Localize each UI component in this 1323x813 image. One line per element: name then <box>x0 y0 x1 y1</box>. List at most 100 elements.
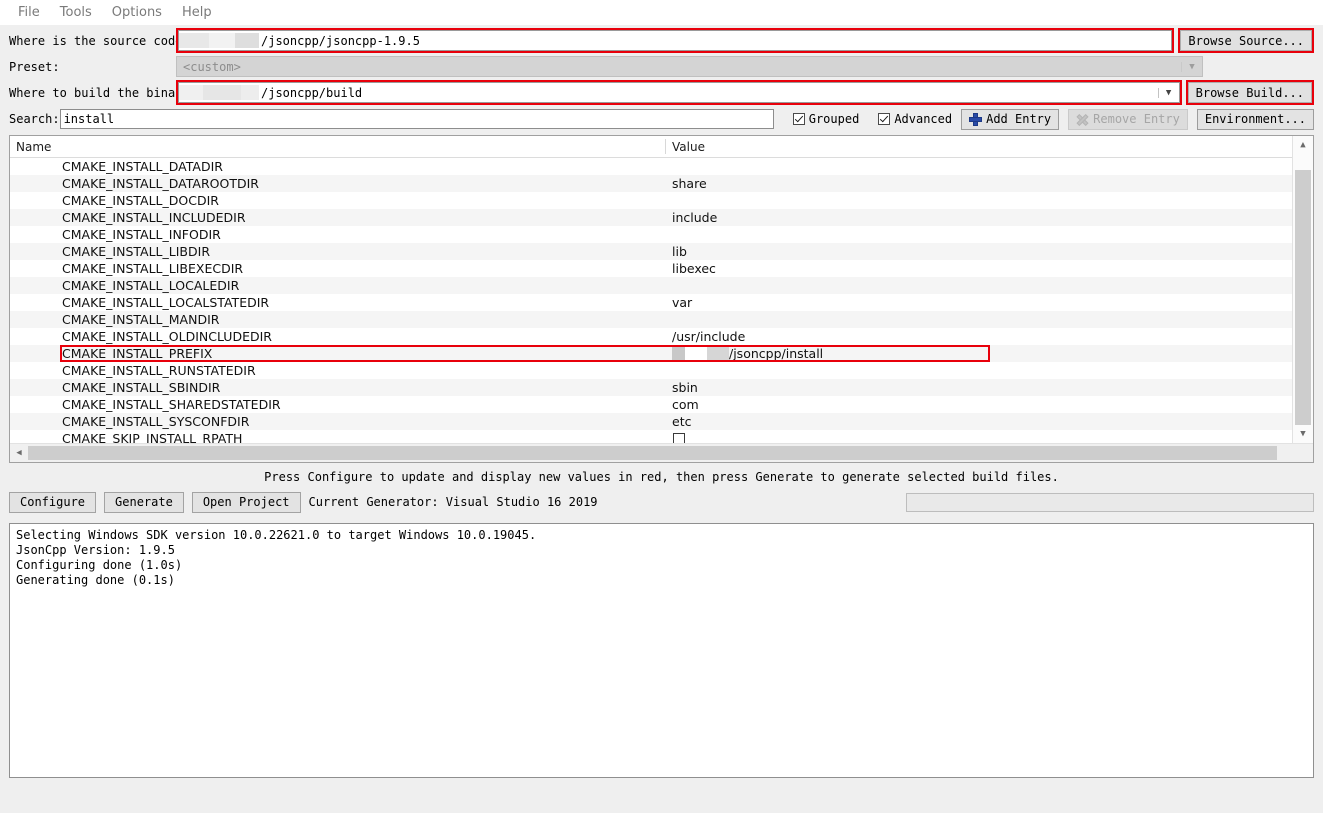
menu-item-options[interactable]: Options <box>102 3 172 22</box>
open-project-button[interactable]: Open Project <box>191 491 301 513</box>
log-line: Configuring done (1.0s) <box>16 558 183 572</box>
remove-entry-button: Remove Entry <box>1068 108 1188 130</box>
cache-variable-value[interactable] <box>665 432 1292 443</box>
cache-variable-value[interactable]: libexec <box>665 261 1292 276</box>
advanced-checkbox[interactable] <box>878 113 891 125</box>
cache-variable-value[interactable]: /usr/include <box>665 329 1292 344</box>
redaction-block <box>685 347 707 360</box>
search-input[interactable]: install <box>59 109 774 129</box>
source-path-input[interactable]: /jsoncpp/jsoncpp-1.9.5 <box>178 30 1173 51</box>
cache-variable-name: CMAKE_INSTALL_LOCALEDIR <box>62 278 240 293</box>
build-path-input[interactable]: /jsoncpp/build ▼ <box>178 82 1180 103</box>
scroll-left-icon[interactable]: ◀ <box>10 448 28 458</box>
advanced-checkbox-wrap[interactable]: Advanced <box>878 112 952 126</box>
table-row[interactable]: CMAKE_INSTALL_SHAREDSTATEDIR com <box>10 396 1292 413</box>
table-row[interactable]: CMAKE_INSTALL_DATADIR <box>10 158 1292 175</box>
source-label: Where is the source code: <box>9 33 190 48</box>
build-label: Where to build the binaries: <box>9 85 212 100</box>
preset-select[interactable]: <custom> ▼ <box>176 56 1203 77</box>
cache-variable-name: CMAKE_INSTALL_DATAROOTDIR <box>62 176 259 191</box>
column-header-name[interactable]: Name <box>10 140 665 154</box>
cache-variable-value[interactable]: share <box>665 176 1292 191</box>
table-row[interactable]: CMAKE_INSTALL_OLDINCLUDEDIR/usr/include <box>10 328 1292 345</box>
cache-variable-name: CMAKE_INSTALL_SYSCONFDIR <box>62 414 250 429</box>
chevron-down-icon[interactable]: ▼ <box>1157 87 1179 98</box>
table-row[interactable]: CMAKE_SKIP_INSTALL_RPATH <box>10 430 1292 443</box>
search-row: Search: install Grouped Advanced Add Ent… <box>9 107 1314 131</box>
menu-bar: File Tools Options Help <box>0 0 1323 25</box>
cache-variable-name: CMAKE_INSTALL_INCLUDEDIR <box>62 210 246 225</box>
table-row[interactable]: CMAKE_INSTALL_RUNSTATEDIR <box>10 362 1292 379</box>
plus-icon <box>969 112 983 126</box>
table-row[interactable]: CMAKE_INSTALL_DOCDIR <box>10 192 1292 209</box>
preset-row: Preset: <custom> ▼ <box>9 55 1314 78</box>
redaction-block <box>179 85 203 100</box>
path-form: Where is the source code: /jsoncpp/jsonc… <box>0 25 1323 131</box>
cache-variable-name: CMAKE_INSTALL_LOCALSTATEDIR <box>62 295 270 310</box>
table-row[interactable]: CMAKE_INSTALL_LOCALEDIR <box>10 277 1292 294</box>
chevron-down-icon: ▼ <box>1181 61 1202 72</box>
cache-variable-name: CMAKE_INSTALL_INFODIR <box>62 227 221 242</box>
table-row[interactable]: CMAKE_INSTALL_LOCALSTATEDIR var <box>10 294 1292 311</box>
scroll-up-icon[interactable]: ▲ <box>1293 136 1313 154</box>
vertical-scrollbar[interactable]: ▲ ▼ <box>1292 136 1313 462</box>
table-row[interactable]: CMAKE_INSTALL_SYSCONFDIR etc <box>10 413 1292 430</box>
cache-variable-name: CMAKE_INSTALL_DOCDIR <box>62 193 219 208</box>
environment-button[interactable]: Environment... <box>1196 108 1314 130</box>
table-row[interactable]: CMAKE_INSTALL_INFODIR <box>10 226 1292 243</box>
browse-build-button[interactable]: Browse Build... <box>1187 82 1312 103</box>
cache-variable-value[interactable]: sbin <box>665 380 1292 395</box>
cache-value-checkbox[interactable] <box>673 432 685 443</box>
redaction-block <box>672 347 685 360</box>
action-button-row: Configure Generate Open Project Current … <box>0 490 1323 514</box>
menu-item-file[interactable]: File <box>8 3 50 22</box>
redaction-block <box>235 33 259 48</box>
cache-variable-name: CMAKE_INSTALL_OLDINCLUDEDIR <box>62 329 272 344</box>
cache-variable-name: CMAKE_INSTALL_SHAREDSTATEDIR <box>62 397 281 412</box>
redaction-block <box>209 33 235 48</box>
cache-variable-value[interactable]: include <box>665 210 1292 225</box>
build-field-highlight: /jsoncpp/build ▼ <box>176 80 1182 105</box>
add-entry-label: Add Entry <box>986 112 1052 126</box>
vertical-scrollbar-thumb[interactable] <box>1295 170 1311 432</box>
source-field-highlight: /jsoncpp/jsoncpp-1.9.5 <box>176 28 1175 53</box>
cache-variable-name: CMAKE_INSTALL_RUNSTATEDIR <box>62 363 256 378</box>
browse-source-button[interactable]: Browse Source... <box>1180 30 1312 51</box>
table-row[interactable]: CMAKE_INSTALL_LIBDIR lib <box>10 243 1292 260</box>
table-row[interactable]: CMAKE_INSTALL_PREFIX/jsoncpp/install <box>10 345 1292 362</box>
source-row: Where is the source code: /jsoncpp/jsonc… <box>9 28 1314 53</box>
cache-variable-name: CMAKE_SKIP_INSTALL_RPATH <box>62 431 243 443</box>
grouped-label: Grouped <box>808 112 860 126</box>
add-entry-button[interactable]: Add Entry <box>961 108 1060 130</box>
configure-button[interactable]: Configure <box>9 491 97 513</box>
generate-button[interactable]: Generate <box>104 491 184 513</box>
cache-variable-value[interactable]: var <box>665 295 1292 310</box>
table-row[interactable]: CMAKE_INSTALL_LIBEXECDIR libexec <box>10 260 1292 277</box>
table-row[interactable]: CMAKE_INSTALL_INCLUDEDIR include <box>10 209 1292 226</box>
build-path-text: /jsoncpp/build <box>261 85 363 100</box>
cache-variable-name: CMAKE_INSTALL_SBINDIR <box>62 380 221 395</box>
table-row[interactable]: CMAKE_INSTALL_DATAROOTDIR share <box>10 175 1292 192</box>
cache-variable-value[interactable]: etc <box>665 414 1292 429</box>
table-row[interactable]: CMAKE_INSTALL_SBINDIR sbin <box>10 379 1292 396</box>
table-row[interactable]: CMAKE_INSTALL_MANDIR <box>10 311 1292 328</box>
horizontal-scrollbar-thumb[interactable] <box>28 446 1277 460</box>
horizontal-scrollbar[interactable]: ◀ ▶ <box>10 443 1313 462</box>
cache-variable-value[interactable]: lib <box>665 244 1292 259</box>
cache-variable-name: CMAKE_INSTALL_MANDIR <box>62 312 220 327</box>
search-label: Search: <box>9 112 60 126</box>
build-row: Where to build the binaries: /jsoncpp/bu… <box>9 80 1314 105</box>
cache-variable-name: CMAKE_INSTALL_LIBDIR <box>62 244 210 259</box>
source-path-text: /jsoncpp/jsoncpp-1.9.5 <box>261 33 420 48</box>
scroll-down-icon[interactable]: ▼ <box>1293 425 1313 443</box>
menu-item-tools[interactable]: Tools <box>50 3 102 22</box>
column-header-value[interactable]: Value <box>665 139 705 154</box>
cache-variable-value[interactable]: com <box>665 397 1292 412</box>
redaction-block <box>707 347 729 360</box>
menu-item-help[interactable]: Help <box>172 3 222 22</box>
cache-variable-value[interactable]: /jsoncpp/install <box>665 346 1292 361</box>
log-output[interactable]: Selecting Windows SDK version 10.0.22621… <box>9 523 1314 778</box>
cache-variable-table: Name Value CMAKE_INSTALL_DATADIR CMAKE_IN… <box>9 135 1314 463</box>
grouped-checkbox-wrap[interactable]: Grouped <box>792 112 860 126</box>
grouped-checkbox[interactable] <box>792 113 805 125</box>
